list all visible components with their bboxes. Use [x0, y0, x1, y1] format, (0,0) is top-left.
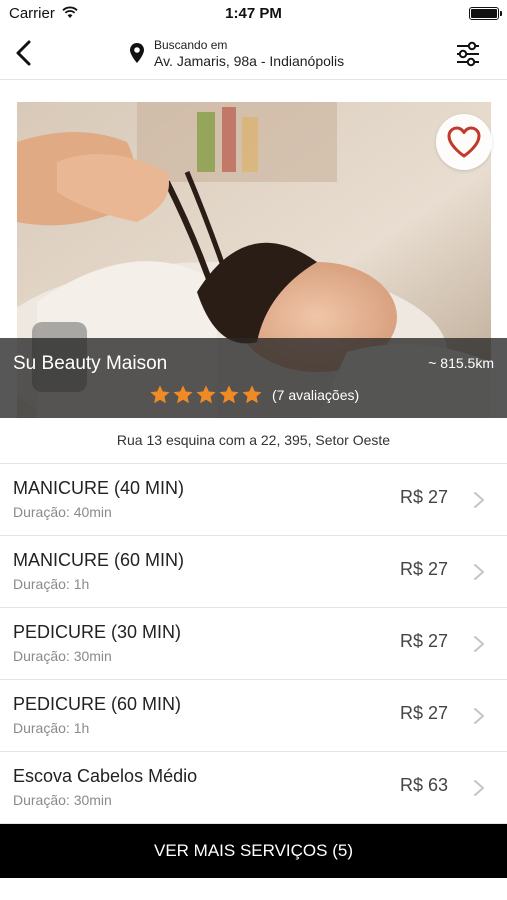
service-price: R$ 63 [399, 775, 448, 795]
nav-bar: Buscando em Av. Jamaris, 98a - Indianópo… [0, 28, 507, 80]
service-price: R$ 27 [399, 487, 448, 507]
chevron-right-icon [474, 636, 484, 652]
star-icon [219, 385, 239, 404]
service-row[interactable]: MANICURE (40 MIN) Duração: 40min R$ 27 [0, 464, 507, 536]
star-icon [150, 385, 170, 404]
back-button[interactable] [8, 36, 42, 70]
review-count: (7 avaliações) [272, 387, 360, 403]
service-list: MANICURE (40 MIN) Duração: 40min R$ 27 MANI… [0, 464, 507, 824]
location-caption: Buscando em [154, 38, 228, 52]
service-price: R$ 27 [399, 559, 448, 579]
salon-name: Su Beauty Maison [13, 353, 168, 374]
status-bar: Carrier 1:47 PM [0, 0, 507, 28]
service-name: PEDICURE (60 MIN) [13, 694, 182, 714]
chevron-left-icon [16, 40, 31, 66]
star-icon [173, 385, 193, 404]
service-name: MANICURE (40 MIN) [13, 478, 185, 498]
chevron-right-icon [474, 780, 484, 796]
more-services-button[interactable]: VER MAIS SERVIÇOS (5) [0, 824, 507, 878]
chevron-right-icon [474, 564, 484, 580]
service-duration: Duração: 1h [13, 720, 90, 736]
filter-button[interactable] [452, 38, 484, 70]
salon-distance: ~ 815.5km [428, 355, 494, 371]
favorite-button[interactable] [436, 114, 492, 170]
service-row[interactable]: MANICURE (60 MIN) Duração: 1h R$ 27 [0, 536, 507, 608]
service-price: R$ 27 [399, 631, 448, 651]
chevron-right-icon [474, 708, 484, 724]
star-icon [196, 385, 216, 404]
service-row[interactable]: PEDICURE (30 MIN) Duração: 30min R$ 27 [0, 608, 507, 680]
sliders-icon [457, 41, 479, 67]
heart-outline-icon [447, 126, 481, 158]
chevron-right-icon [474, 492, 484, 508]
service-row[interactable]: PEDICURE (60 MIN) Duração: 1h R$ 27 [0, 680, 507, 752]
star-icon [242, 385, 262, 404]
map-pin-icon [130, 43, 144, 63]
service-duration: Duração: 1h [13, 576, 90, 592]
service-row[interactable]: Escova Cabelos Médio Duração: 30min R$ 63 [0, 752, 507, 824]
service-name: MANICURE (60 MIN) [13, 550, 185, 570]
service-duration: Duração: 30min [13, 792, 112, 808]
service-duration: Duração: 30min [13, 648, 112, 664]
battery-icon [469, 7, 502, 20]
star-rating [149, 384, 264, 406]
salon-info-overlay: Su Beauty Maison ~ 815.5km (7 avaliações… [0, 338, 507, 418]
rating-row[interactable]: (7 avaliações) [149, 384, 359, 406]
clock-time: 1:47 PM [225, 5, 282, 22]
location-address[interactable]: Av. Jamaris, 98a - Indianópolis [154, 53, 364, 69]
service-name: PEDICURE (30 MIN) [13, 622, 182, 642]
service-duration: Duração: 40min [13, 504, 112, 520]
service-price: R$ 27 [399, 703, 448, 723]
salon-address: Rua 13 esquina com a 22, 395, Setor Oest… [0, 418, 507, 464]
service-name: Escova Cabelos Médio [13, 766, 198, 786]
